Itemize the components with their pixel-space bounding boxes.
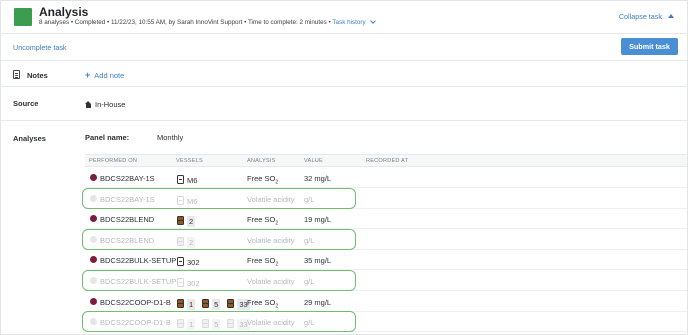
vessels-cell: 302 (177, 256, 206, 267)
notes-section: Notes + Add note (1, 62, 687, 87)
barrel-icon (177, 298, 184, 308)
add-note-button[interactable]: + Add note (85, 70, 124, 80)
source-value-text: In-House (95, 100, 126, 109)
task-history-label: Task history (332, 19, 366, 26)
status-square-icon (14, 8, 32, 26)
table-row[interactable]: BDCS22BAY-1S M6 Free SO2 32 mg/L (85, 168, 687, 188)
col-vessels: VESSELS (176, 158, 203, 164)
table-row[interactable]: BDCS22BLEND 2 Volatile acidity g/L (82, 228, 687, 250)
analysis-subscript: 2 (275, 303, 279, 310)
lot-color-dot-icon (90, 215, 97, 223)
task-meta: 8 analyses • Completed • 11/22/23, 10:55… (39, 18, 376, 26)
table-row[interactable]: BDCS22COOP-D1-B 1 5 33 Free SO2 29 mg/L (85, 292, 687, 312)
task-summary: 8 analyses • Completed • 11/22/23, 10:55… (39, 19, 331, 26)
tank-icon (177, 257, 184, 267)
notes-label: Notes (27, 71, 48, 80)
submit-task-button[interactable]: Submit task (621, 38, 678, 55)
barrel-icon (227, 298, 235, 308)
home-icon (85, 101, 92, 108)
lot-name: BDCS22BLEND (100, 215, 155, 225)
vessel-label: M6 (187, 176, 198, 185)
analysis-value: 29 mg/L (304, 297, 332, 307)
analysis-value: 32 mg/L (304, 174, 332, 183)
vessel-label: 2 (187, 216, 196, 228)
col-recorded-at: RECORDED AT (366, 158, 409, 164)
lot-color-dot-icon (90, 297, 97, 305)
table-row[interactable]: BDCS22BLEND 2 Free SO2 19 mg/L (85, 209, 687, 230)
vessels-cell: 2 (177, 215, 202, 228)
analyses-label: Analyses (13, 134, 46, 143)
highlight-outline (82, 187, 356, 209)
tank-icon (177, 175, 184, 184)
lot-color-dot-icon (90, 174, 97, 181)
add-note-label: Add note (94, 71, 125, 80)
analysis-value: 35 mg/L (304, 256, 332, 266)
analysis-name: Free SO2 (247, 297, 279, 310)
plus-icon: + (85, 70, 91, 80)
barrel-icon (202, 298, 210, 308)
col-performed-on: PERFORMED ON (89, 158, 138, 164)
col-analysis: ANALYSIS (247, 158, 276, 164)
source-label: Source (13, 99, 39, 108)
lot-name: BDCS22BULK-SETUP (100, 256, 177, 266)
analysis-name: Free SO2 (247, 215, 279, 227)
lot-color-dot-icon (90, 256, 97, 264)
document-icon (13, 70, 20, 79)
task-panel: Analysis 8 analyses • Completed • 11/22/… (0, 0, 688, 335)
highlight-outline (82, 270, 356, 291)
caret-up-icon (668, 14, 674, 18)
source-section: Source In-House (1, 87, 687, 121)
source-value: In-House (85, 100, 125, 109)
vessel-label: 5 (212, 298, 221, 310)
chevron-down-icon (369, 18, 376, 24)
table-row[interactable]: BDCS22COOP-D1-B 1 5 33 Volatile acidity g/L (82, 311, 687, 333)
highlight-outline (82, 228, 356, 250)
analysis-subscript: 2 (275, 220, 279, 227)
task-history-link[interactable]: Task history (332, 18, 376, 26)
barrel-icon (177, 216, 184, 226)
collapse-task-link[interactable]: Collapse task (619, 12, 674, 21)
col-value: VALUE (304, 158, 323, 164)
lot-name: BDCS22COOP-D1-B (100, 297, 171, 307)
analysis-value: 19 mg/L (304, 215, 332, 225)
vessel-label: 302 (187, 258, 200, 268)
analysis-subscript: 2 (275, 179, 279, 186)
task-title: Analysis (39, 5, 89, 19)
lot-name: BDCS22BAY-1S (100, 174, 155, 183)
panel-name-value: Monthly (157, 133, 184, 142)
task-header: Analysis 8 analyses • Completed • 11/22/… (1, 1, 687, 34)
vessels-cell: M6 (177, 174, 203, 185)
highlight-outline (82, 311, 356, 333)
analysis-name: Free SO2 (247, 256, 279, 268)
panel-name-label: Panel name: (85, 133, 130, 142)
analysis-name: Free SO2 (247, 174, 279, 186)
action-bar: Uncomplete task Submit task (1, 34, 687, 61)
collapse-task-label: Collapse task (618, 12, 662, 21)
uncomplete-task-link[interactable]: Uncomplete task (13, 43, 67, 52)
vessels-cell: 1 5 33 (177, 298, 257, 310)
table-row[interactable]: BDCS22BAY-1S M6 Volatile acidity g/L (82, 187, 687, 209)
table-row[interactable]: BDCS22BULK-SETUP 302 Free SO2 35 mg/L (85, 250, 687, 271)
table-header: PERFORMED ON VESSELS ANALYSIS VALUE RECO… (85, 154, 687, 167)
table-row[interactable]: BDCS22BULK-SETUP 302 Volatile acidity g/L (82, 270, 687, 291)
vessel-label: 1 (187, 298, 196, 310)
analysis-subscript: 2 (275, 261, 279, 268)
